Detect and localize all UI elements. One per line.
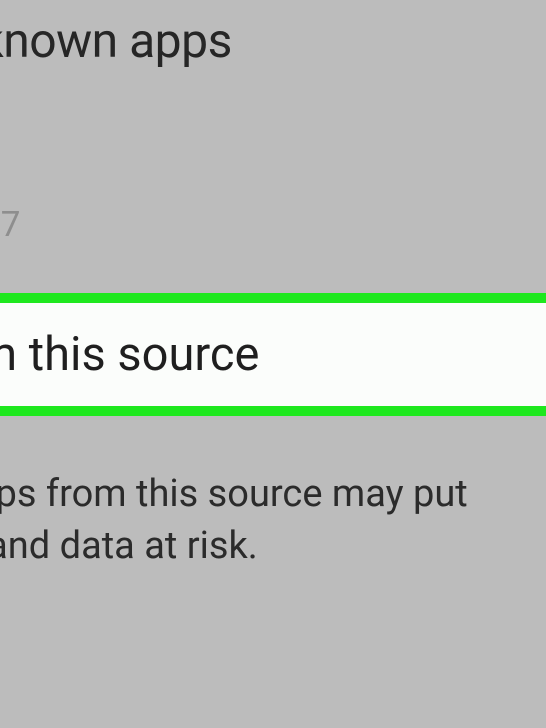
warning-text: Installing apps from this source may put…	[0, 468, 526, 573]
app-name: Chrome	[0, 147, 546, 202]
settings-screen: Install unknown apps Chrome 112.0.5615.4…	[0, 0, 546, 728]
app-info: Chrome 112.0.5615.47	[0, 147, 546, 245]
allow-from-source-label: Allow from this source	[0, 327, 506, 382]
app-version: 112.0.5615.47	[0, 204, 546, 245]
allow-from-source-row[interactable]: Allow from this source	[0, 293, 546, 416]
page-title: Install unknown apps	[0, 12, 546, 69]
